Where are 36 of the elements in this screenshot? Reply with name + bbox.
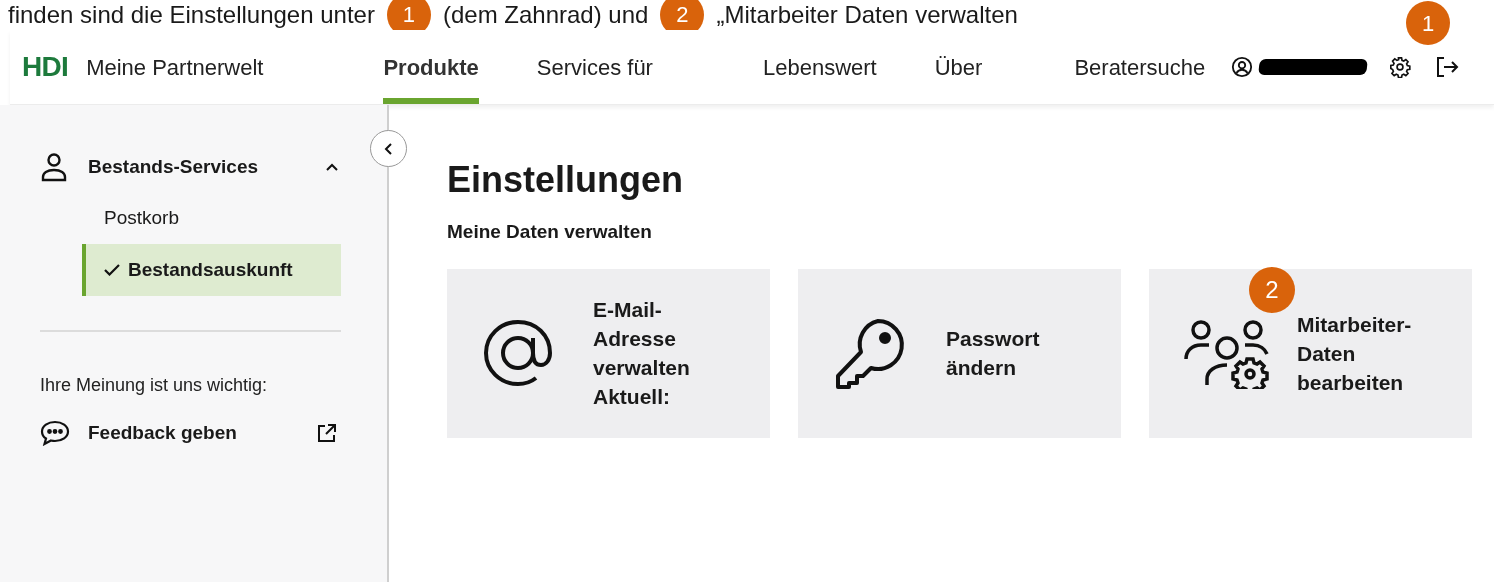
check-icon [104,264,120,276]
collapse-button[interactable] [370,130,407,167]
nav-tab[interactable]: Beratersuche [1074,30,1206,104]
settings-card[interactable]: Mitarbeiter- Daten bearbeiten 2 [1149,268,1472,438]
feedback-link[interactable]: Feedback geben [88,419,237,448]
nav-tab[interactable]: Services für [536,30,653,104]
caption-text: (dem Zahnrad) und [442,3,649,27]
settings-card[interactable]: Passwort ändern [798,268,1121,438]
account-icon [1231,56,1254,78]
sidebar-item[interactable]: Postkorb [82,192,341,244]
chat-icon [40,420,70,447]
feedback-prompt: Ihre Meinung ist uns wichtig: [40,374,269,397]
card-label: E-Mail- Adresse verwalten Aktuell: [593,297,690,410]
caption-text: finden sind die Einstellungen unter [8,3,375,27]
nav-tab[interactable]: Lebenswert [762,30,877,104]
settings-card[interactable]: E-Mail- Adresse verwalten Aktuell: [447,268,770,438]
app-title: Meine Partnerwelt [86,53,264,82]
person-icon [40,152,68,182]
sidebar-item[interactable]: Bestandsauskunft [82,244,341,296]
caption-text: „Mitarbeiter Daten verwalten [716,3,1018,27]
card-label: Mitarbeiter- Daten bearbeiten [1297,311,1412,396]
settings-button[interactable] [1389,56,1412,78]
logout-button[interactable] [1435,56,1460,78]
logo[interactable]: HDI [22,46,69,88]
chevron-left-icon [383,141,394,156]
key-icon [834,317,906,389]
at-icon [483,318,553,388]
nav-tab[interactable]: Produkte [383,30,479,104]
section-heading: Meine Daten verwalten [447,220,653,244]
section-title[interactable]: Bestands-Services [88,152,259,182]
nav-tab[interactable]: Über [934,30,983,104]
callout-badge: 2 [1249,266,1295,313]
page-title: Einstellungen [447,158,685,202]
callout-badge: 1 [1406,1,1450,45]
card-label: Passwort ändern [946,326,1040,381]
external-link-icon [317,423,337,444]
